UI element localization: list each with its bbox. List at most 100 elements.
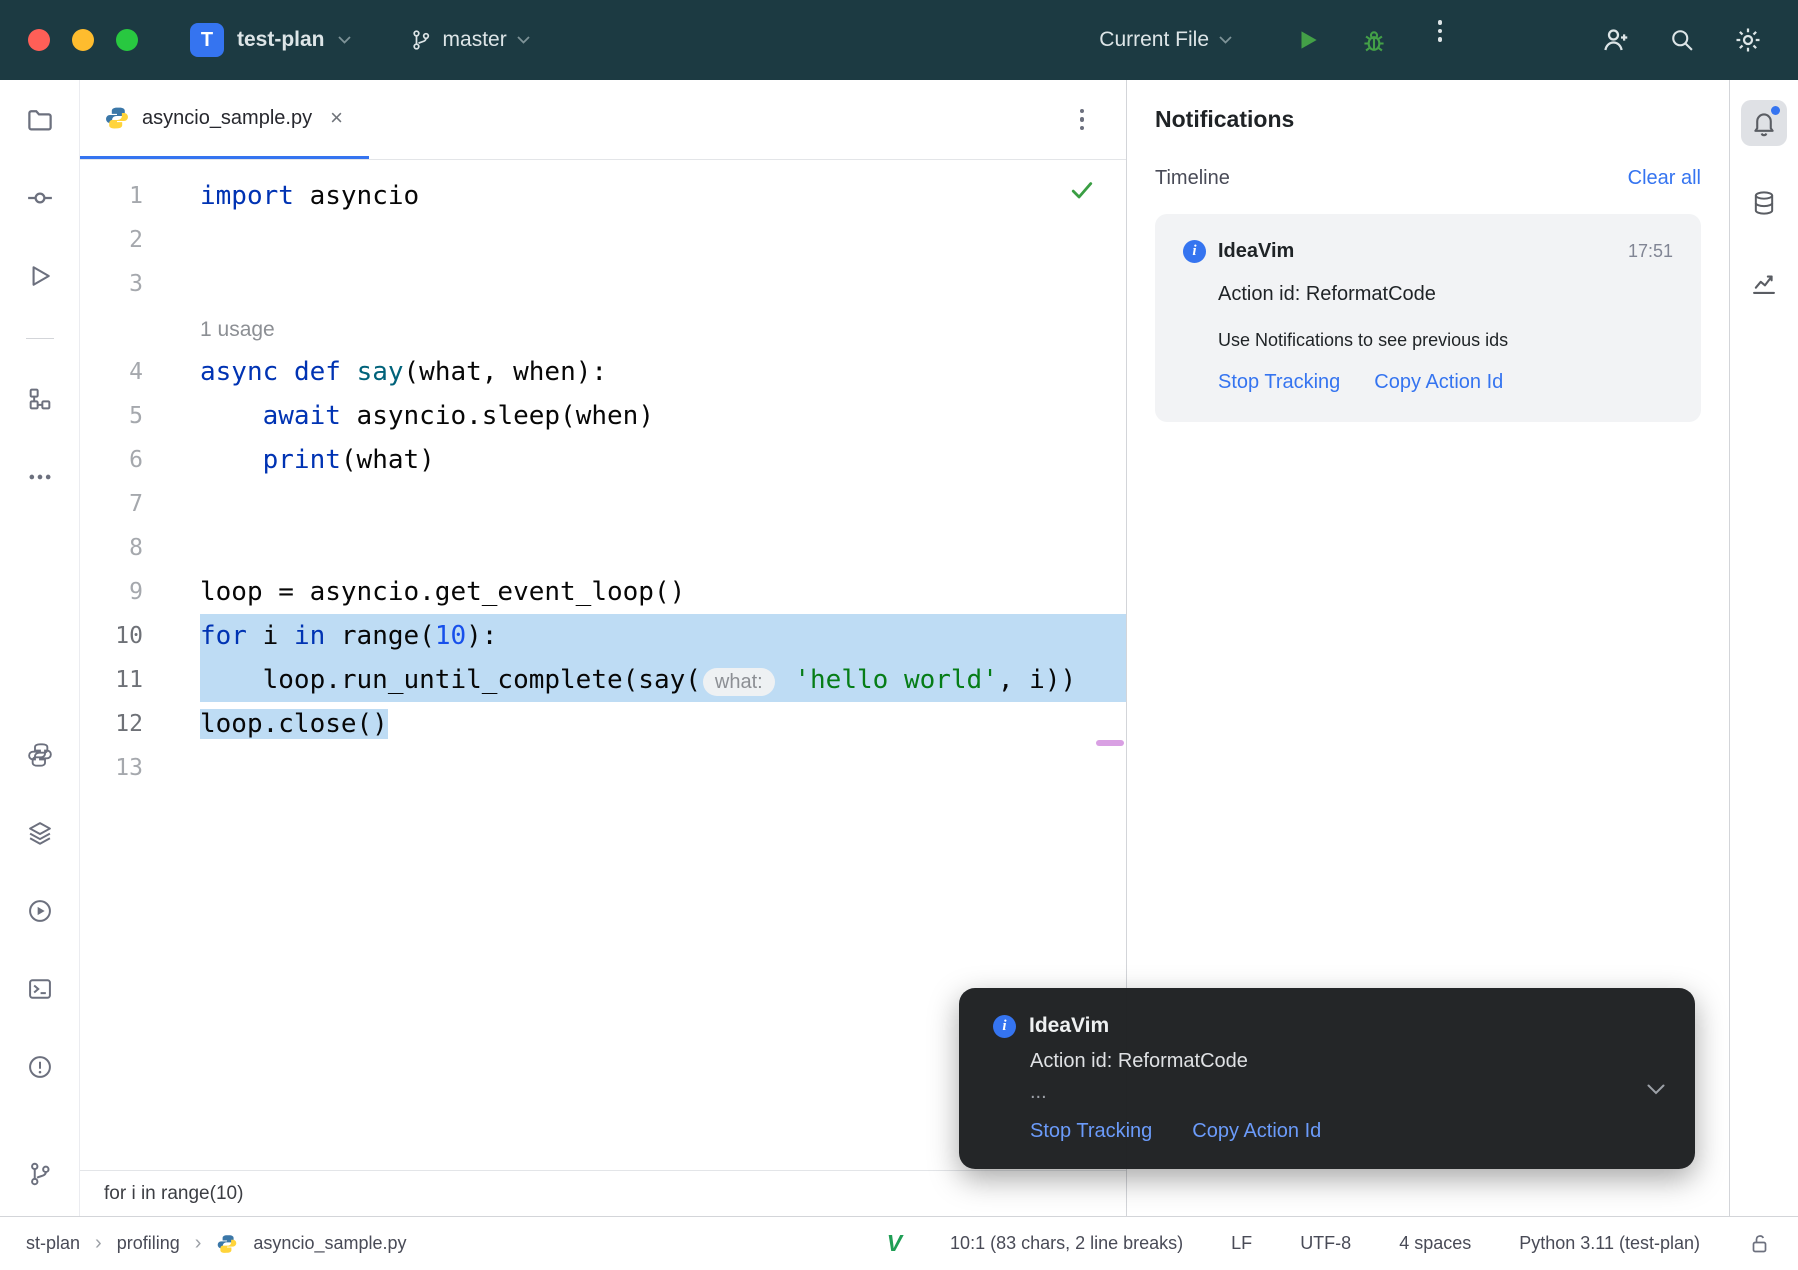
run-anything-tool-button[interactable] — [22, 893, 58, 929]
code-line[interactable]: 7 — [80, 482, 1126, 526]
code-line[interactable]: 2 — [80, 218, 1126, 262]
code-line[interactable]: 12loop.close() — [80, 702, 1126, 746]
run-configuration-selector[interactable]: Current File — [1099, 28, 1232, 52]
code-text — [200, 218, 1126, 262]
notification-toast[interactable]: i IdeaVim Action id: ReformatCode ... St… — [959, 988, 1695, 1169]
stop-tracking-link[interactable]: Stop Tracking — [1218, 371, 1340, 394]
tab-options-button[interactable] — [1080, 109, 1085, 131]
close-tab-icon[interactable]: × — [330, 105, 343, 131]
run-button[interactable] — [1288, 20, 1328, 60]
play-circle-icon — [26, 897, 54, 925]
line-number[interactable] — [80, 306, 180, 350]
code-line[interactable]: 5 await asyncio.sleep(when) — [80, 394, 1126, 438]
usage-inlay-hint[interactable]: 1 usage — [200, 318, 275, 341]
code-line[interactable]: 9loop = asyncio.get_event_loop() — [80, 570, 1126, 614]
services-tool-button[interactable] — [22, 815, 58, 851]
gear-icon — [1733, 25, 1763, 55]
minimize-window-button[interactable] — [72, 29, 94, 51]
chevron-down-icon — [1219, 36, 1232, 44]
context-line-text: for i in range(10) — [104, 1183, 243, 1205]
line-number[interactable]: 9 — [80, 570, 180, 614]
notification-hint: Use Notifications to see previous ids — [1218, 330, 1673, 351]
zoom-window-button[interactable] — [116, 29, 138, 51]
commit-tool-button[interactable] — [22, 180, 58, 216]
chart-icon — [1750, 269, 1778, 297]
code-line[interactable]: 1 usage — [80, 306, 1126, 350]
line-number[interactable]: 5 — [80, 394, 180, 438]
interpreter-widget[interactable]: Python 3.11 (test-plan) — [1519, 1233, 1700, 1254]
project-widget[interactable]: T test-plan — [190, 23, 351, 57]
unlock-icon[interactable] — [1748, 1232, 1772, 1256]
run-tool-button[interactable] — [22, 258, 58, 294]
toast-stop-tracking-link[interactable]: Stop Tracking — [1030, 1120, 1152, 1143]
breadcrumb-item-project[interactable]: st-plan — [26, 1233, 80, 1254]
terminal-tool-button[interactable] — [22, 971, 58, 1007]
editor-context-bar[interactable]: for i in range(10) — [80, 1170, 1126, 1216]
structure-tool-button[interactable] — [22, 381, 58, 417]
code-line[interactable]: 10 for i in range(10): — [80, 614, 1126, 658]
code-line[interactable]: 4async def say(what, when): — [80, 350, 1126, 394]
search-everywhere-button[interactable] — [1662, 20, 1702, 60]
line-number[interactable]: 2 — [80, 218, 180, 262]
timeline-tab[interactable]: Timeline — [1155, 167, 1230, 190]
ideavim-icon[interactable]: V — [887, 1230, 902, 1257]
alert-circle-icon — [26, 1053, 54, 1081]
line-number[interactable]: 1 — [80, 174, 180, 218]
code-line[interactable]: 1 import asyncio — [80, 174, 1126, 218]
problems-tool-button[interactable] — [22, 1049, 58, 1085]
python-file-icon — [216, 1233, 238, 1255]
line-number[interactable]: 6 — [80, 438, 180, 482]
line-number[interactable]: 13 — [80, 746, 180, 790]
indent-widget[interactable]: 4 spaces — [1399, 1233, 1471, 1254]
breadcrumb-item-folder[interactable]: profiling — [117, 1233, 180, 1254]
python-packages-tool-button[interactable] — [22, 737, 58, 773]
notification-source: IdeaVim — [1218, 240, 1294, 263]
line-number[interactable]: 4 — [80, 350, 180, 394]
profiler-tool-button[interactable] — [1741, 260, 1787, 306]
more-tools-button[interactable] — [22, 459, 58, 495]
version-control-tool-button[interactable] — [22, 1156, 58, 1192]
debug-button[interactable] — [1354, 20, 1394, 60]
encoding-widget[interactable]: UTF-8 — [1300, 1233, 1351, 1254]
code-text: for i in range(10): — [200, 614, 1126, 658]
copy-action-id-link[interactable]: Copy Action Id — [1374, 371, 1503, 394]
branch-name: master — [443, 28, 507, 52]
code-text: 1 usage — [200, 306, 1126, 350]
notifications-tool-button[interactable] — [1741, 100, 1787, 146]
checkmark-icon — [1068, 176, 1096, 204]
code-line[interactable]: 13 — [80, 746, 1126, 790]
code-text: import asyncio — [200, 174, 1126, 218]
toast-copy-action-id-link[interactable]: Copy Action Id — [1192, 1120, 1321, 1143]
line-number[interactable]: 12 — [80, 702, 180, 746]
line-number[interactable]: 3 — [80, 262, 180, 306]
tab-asyncio-sample[interactable]: asyncio_sample.py × — [80, 80, 369, 159]
line-number[interactable]: 10 — [80, 614, 180, 658]
breadcrumb-item-file[interactable]: asyncio_sample.py — [253, 1233, 406, 1254]
notification-card: i IdeaVim 17:51 Action id: ReformatCode … — [1155, 214, 1701, 422]
code-line[interactable]: 11 loop.run_until_complete(say(what: 'he… — [80, 658, 1126, 702]
close-window-button[interactable] — [28, 29, 50, 51]
line-number[interactable]: 7 — [80, 482, 180, 526]
database-tool-button[interactable] — [1741, 180, 1787, 226]
line-number[interactable]: 11 — [80, 658, 180, 702]
caret-position-widget[interactable]: 10:1 (83 chars, 2 line breaks) — [950, 1233, 1183, 1254]
database-icon — [1750, 189, 1778, 217]
code-line[interactable]: 6 print(what) — [80, 438, 1126, 482]
expand-toast-chevron-icon[interactable] — [1647, 1084, 1665, 1095]
tool-rail-separator — [26, 338, 54, 339]
line-separator-widget[interactable]: LF — [1231, 1233, 1252, 1254]
line-number[interactable]: 8 — [80, 526, 180, 570]
code-text — [200, 526, 1126, 570]
project-tool-button[interactable] — [22, 102, 58, 138]
code-line[interactable]: 3 — [80, 262, 1126, 306]
git-branch-widget[interactable]: master — [409, 28, 530, 52]
code-with-me-button[interactable] — [1596, 20, 1636, 60]
inspections-ok-widget[interactable] — [1068, 176, 1096, 204]
settings-button[interactable] — [1728, 20, 1768, 60]
code-text: loop.run_until_complete(say(what: 'hello… — [200, 658, 1126, 702]
code-line[interactable]: 8 — [80, 526, 1126, 570]
more-actions-button[interactable] — [1420, 20, 1460, 60]
clear-all-link[interactable]: Clear all — [1628, 167, 1701, 190]
scrollbar-caret-marker — [1096, 740, 1124, 746]
breadcrumb-separator: › — [195, 1232, 202, 1255]
